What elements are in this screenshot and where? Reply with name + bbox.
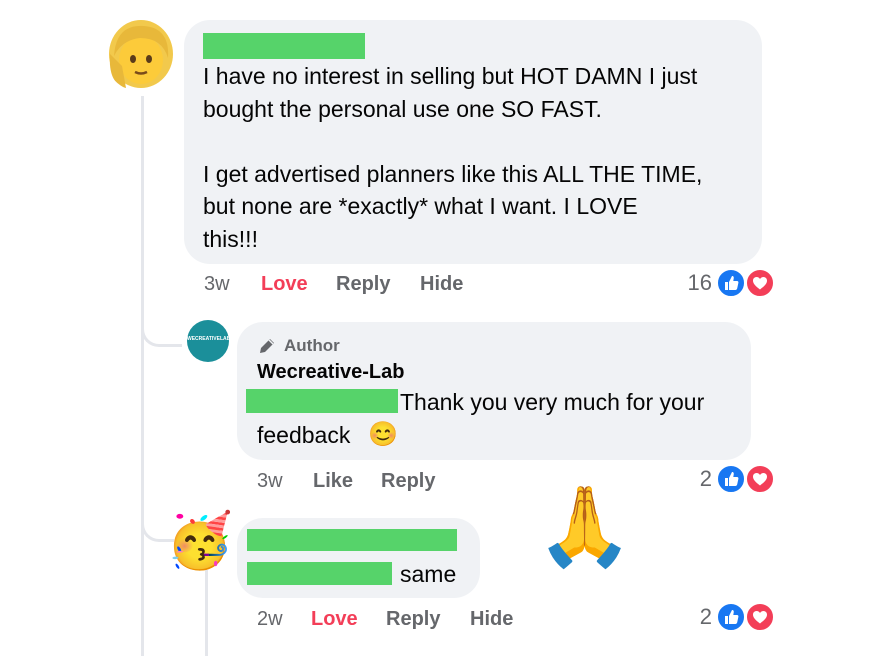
reply1-reply-button[interactable]: Reply bbox=[381, 470, 435, 493]
reply-text-line-1: Thank you very much for your bbox=[400, 389, 705, 415]
commenter-avatar[interactable] bbox=[104, 14, 178, 92]
author-name-link[interactable]: Wecreative-Lab bbox=[257, 361, 404, 384]
redacted-commenter-name bbox=[203, 33, 365, 59]
blonde-woman-avatar-icon bbox=[109, 20, 173, 88]
reply2-timestamp[interactable]: 2w bbox=[257, 608, 283, 631]
reply-button[interactable]: Reply bbox=[336, 273, 390, 296]
reply1-timestamp[interactable]: 3w bbox=[257, 470, 283, 493]
comment-timestamp[interactable]: 3w bbox=[204, 273, 230, 296]
author-avatar-text: WECREATIVELAB bbox=[187, 336, 229, 342]
thread-connector-reply1 bbox=[141, 310, 182, 347]
reply-text-line-2: feedback bbox=[257, 422, 351, 448]
comment-line-4: but none are *exactly* what I want. I LO… bbox=[203, 193, 638, 219]
reply2-reaction-count[interactable]: 2 bbox=[680, 604, 712, 630]
thread-line-main bbox=[141, 96, 144, 656]
heart-reaction-icon[interactable] bbox=[745, 268, 775, 298]
author-badge: Author bbox=[284, 336, 340, 355]
party-face-avatar-icon[interactable]: 🥳 bbox=[166, 508, 233, 574]
redacted-mention bbox=[246, 389, 398, 413]
reaction-count[interactable]: 16 bbox=[670, 270, 712, 296]
reply2-hide-button[interactable]: Hide bbox=[470, 608, 513, 631]
redacted-name-2 bbox=[247, 529, 457, 551]
thread-line-sub bbox=[205, 570, 208, 656]
reply2-text-suffix: same bbox=[400, 561, 457, 587]
pencil-icon bbox=[260, 339, 274, 353]
like-button[interactable]: Like bbox=[313, 470, 353, 493]
comment-line-1: I have no interest in selling but HOT DA… bbox=[203, 63, 698, 89]
reply1-reaction-count[interactable]: 2 bbox=[680, 466, 712, 492]
author-avatar[interactable]: WECREATIVELAB bbox=[187, 320, 229, 362]
comment-line-3: I get advertised planners like this ALL … bbox=[203, 161, 703, 187]
smiling-face-emoji-icon: 😊 bbox=[368, 421, 398, 448]
reply2-love-button[interactable]: Love bbox=[311, 608, 358, 631]
reply2-reply-button[interactable]: Reply bbox=[386, 608, 440, 631]
comment-line-5: this!!! bbox=[203, 226, 258, 252]
comment-line-2: bought the personal use one SO FAST. bbox=[203, 96, 602, 122]
folded-hands-sticker-icon: 🙏 bbox=[536, 482, 634, 570]
reply2-heart-reaction-icon[interactable] bbox=[745, 602, 775, 632]
reply1-heart-reaction-icon[interactable] bbox=[745, 464, 775, 494]
redacted-text-2 bbox=[247, 562, 392, 585]
reply2-like-reaction-icon[interactable] bbox=[716, 602, 746, 632]
love-reaction-button[interactable]: Love bbox=[261, 273, 308, 296]
like-reaction-icon[interactable] bbox=[716, 268, 746, 298]
reply1-like-reaction-icon[interactable] bbox=[716, 464, 746, 494]
hide-button[interactable]: Hide bbox=[420, 273, 463, 296]
